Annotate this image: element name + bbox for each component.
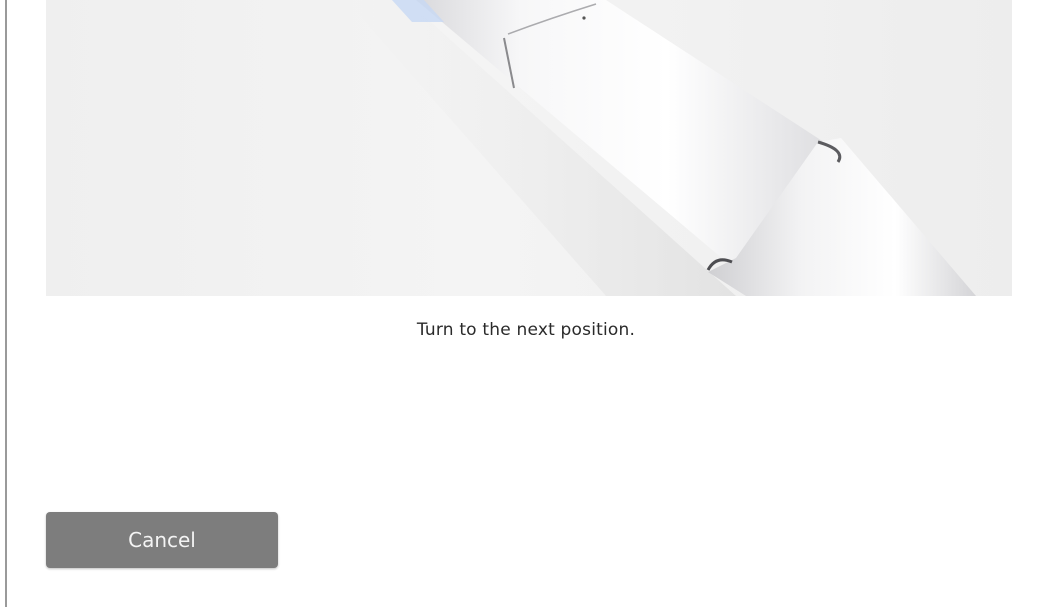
device-illustration — [46, 0, 1012, 296]
setup-dialog: Turn to the next position. Cancel — [0, 0, 1042, 607]
cancel-button[interactable]: Cancel — [46, 512, 278, 568]
window-border — [5, 0, 7, 607]
instruction-text: Turn to the next position. — [416, 320, 636, 340]
